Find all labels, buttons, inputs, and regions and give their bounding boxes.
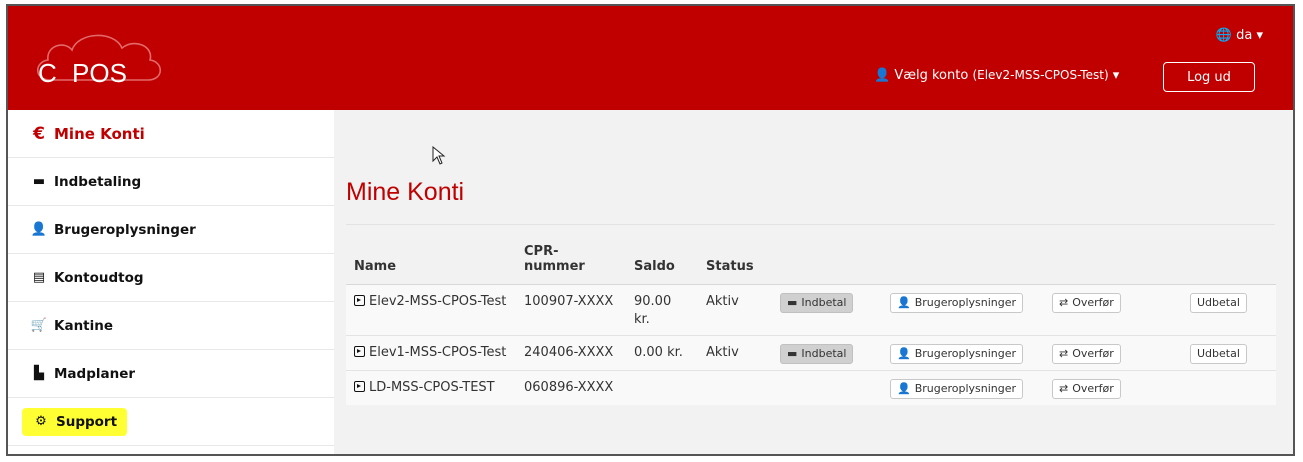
cpr-cell: 240406-XXXX	[516, 335, 626, 371]
app-window: C POS 🌐 da ▾ 👤 Vælg konto (Elev2-MSS-CPO…	[6, 4, 1295, 456]
account-name: (Elev2-MSS-CPOS-Test)	[972, 68, 1109, 82]
cpr-cell: 100907-XXXX	[516, 284, 626, 336]
sidebar-item-label: Indbetaling	[54, 173, 142, 190]
transfer-button[interactable]: ⇄ Overfør	[1052, 344, 1121, 364]
cloud-logo-icon: C POS	[36, 34, 162, 88]
account-name-cell[interactable]: Elev1-MSS-CPOS-Test	[346, 335, 516, 371]
column-header-cpr: CPR-nummer	[516, 240, 626, 285]
column-header-saldo: Saldo	[626, 240, 698, 285]
saldo-cell	[626, 370, 698, 405]
transfer-button[interactable]: ⇄ Overfør	[1052, 293, 1121, 313]
credit-card-icon: ▬	[787, 347, 798, 360]
euro-icon: €	[33, 123, 45, 144]
logout-button[interactable]: Log ud	[1163, 62, 1255, 92]
main-content: Mine Konti Name CPR-nummer Saldo Status …	[334, 110, 1293, 454]
sidebar-item-madplaner[interactable]: ▙ Madplaner	[8, 350, 334, 398]
pay-button[interactable]: ▬ Indbetal	[780, 344, 854, 364]
saldo-cell: 90.00 kr.	[626, 284, 698, 336]
user-info-button[interactable]: 👤 Brugeroplysninger	[890, 379, 1024, 399]
withdraw-button[interactable]: Udbetal	[1190, 293, 1247, 313]
credit-card-icon: ▬	[787, 296, 798, 309]
account-selector[interactable]: 👤 Vælg konto (Elev2-MSS-CPOS-Test) ▾	[874, 68, 1119, 83]
sidebar-item-label: Brugeroplysninger	[54, 221, 196, 238]
title-divider	[346, 224, 1275, 225]
sidebar-item-support[interactable]: ⚙ Support	[8, 398, 334, 446]
column-header-name: Name	[346, 240, 516, 285]
account-icon	[354, 381, 365, 392]
logo-text-c: C	[38, 58, 57, 88]
user-info-button[interactable]: 👤 Brugeroplysninger	[890, 344, 1024, 364]
language-label: da	[1236, 28, 1253, 43]
withdraw-button[interactable]: Udbetal	[1190, 344, 1247, 364]
accounts-table: Name CPR-nummer Saldo Status Elev2-MSS-C…	[346, 240, 1276, 405]
user-icon: 👤	[897, 296, 911, 309]
status-cell: Aktiv	[698, 284, 772, 336]
sidebar-item-label: Kantine	[54, 317, 114, 334]
language-selector[interactable]: 🌐 da ▾	[1216, 28, 1263, 43]
table-row: Elev1-MSS-CPOS-Test 240406-XXXX 0.00 kr.…	[346, 335, 1276, 371]
account-name-cell[interactable]: Elev2-MSS-CPOS-Test	[346, 284, 516, 336]
transfer-icon: ⇄	[1059, 382, 1069, 395]
sidebar-item-label: Madplaner	[54, 365, 136, 382]
user-icon: 👤	[897, 382, 911, 395]
file-icon: ▙	[34, 366, 44, 381]
support-highlight: ⚙ Support	[22, 407, 128, 436]
account-label: Vælg konto	[894, 68, 969, 83]
pay-button[interactable]: ▬ Indbetal	[780, 293, 854, 313]
sidebar-item-indbetaling[interactable]: ▬ Indbetaling	[8, 158, 334, 206]
account-name-cell[interactable]: LD-MSS-CPOS-TEST	[346, 370, 516, 405]
user-icon: 👤	[30, 222, 48, 237]
mouse-cursor-icon	[432, 145, 446, 170]
gear-icon: ⚙	[35, 414, 47, 429]
status-cell	[698, 370, 772, 405]
credit-card-icon: ▬	[32, 174, 46, 189]
user-info-button[interactable]: 👤 Brugeroplysninger	[890, 293, 1024, 313]
table-row: Elev2-MSS-CPOS-Test 100907-XXXX 90.00 kr…	[346, 284, 1276, 336]
globe-icon: 🌐	[1215, 28, 1232, 43]
table-header-row: Name CPR-nummer Saldo Status	[346, 240, 1276, 285]
page-title: Mine Konti	[346, 178, 465, 206]
sidebar-item-label: Mine Konti	[54, 124, 145, 143]
sidebar-item-kontoudtog[interactable]: ▤ Kontoudtog	[8, 254, 334, 302]
sidebar: € Mine Konti ▬ Indbetaling 👤 Brugeroplys…	[8, 110, 335, 454]
user-icon: 👤	[874, 68, 891, 83]
logo-text-pos: POS	[72, 58, 127, 88]
sidebar-item-brugeroplysninger[interactable]: 👤 Brugeroplysninger	[8, 206, 334, 254]
caret-down-icon: ▾	[1112, 68, 1120, 83]
table-row: LD-MSS-CPOS-TEST 060896-XXXX 👤 Brugeroply…	[346, 370, 1276, 405]
account-icon	[354, 295, 365, 306]
list-icon: ▤	[32, 270, 46, 285]
status-cell: Aktiv	[698, 335, 772, 371]
account-icon	[354, 346, 365, 357]
column-header-status: Status	[698, 240, 772, 285]
sidebar-item-kantine[interactable]: 🛒 Kantine	[8, 302, 334, 350]
sidebar-item-label: Kontoudtog	[54, 269, 144, 286]
saldo-cell: 0.00 kr.	[626, 335, 698, 371]
transfer-icon: ⇄	[1059, 296, 1069, 309]
sidebar-item-label: Support	[56, 413, 118, 430]
transfer-button[interactable]: ⇄ Overfør	[1052, 379, 1121, 399]
transfer-icon: ⇄	[1059, 347, 1069, 360]
cpos-logo[interactable]: C POS	[30, 24, 170, 90]
sidebar-item-mine-konti[interactable]: € Mine Konti	[8, 110, 334, 158]
top-bar: C POS 🌐 da ▾ 👤 Vælg konto (Elev2-MSS-CPO…	[8, 6, 1293, 110]
cart-icon: 🛒	[30, 318, 48, 333]
cpr-cell: 060896-XXXX	[516, 370, 626, 405]
user-icon: 👤	[897, 347, 911, 360]
caret-down-icon: ▾	[1256, 28, 1263, 43]
